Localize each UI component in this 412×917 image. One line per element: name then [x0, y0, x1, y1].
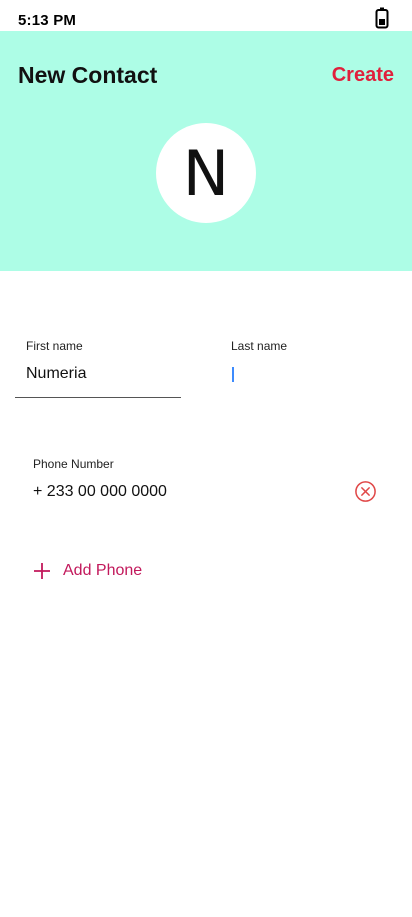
first-name-underline	[15, 397, 181, 398]
avatar[interactable]: N	[156, 123, 256, 223]
battery-icon	[375, 7, 389, 29]
phone-number-label: Phone Number	[33, 457, 114, 471]
phone-number-input[interactable]: + 233 00 000 0000	[33, 483, 167, 501]
add-phone-label: Add Phone	[63, 562, 143, 579]
page-title: New Contact	[18, 62, 158, 88]
avatar-initial: N	[182, 137, 230, 210]
add-phone-button[interactable]: Add Phone	[33, 558, 142, 584]
contact-header: New Contact Create N	[0, 31, 412, 271]
first-name-input[interactable]: Numeria	[26, 365, 86, 383]
plus-icon	[34, 563, 50, 579]
close-circle-icon[interactable]	[354, 480, 377, 503]
create-button[interactable]: Create	[332, 64, 394, 87]
first-name-label: First name	[26, 339, 83, 353]
status-bar: 5:13 PM	[0, 0, 412, 31]
last-name-input[interactable]	[232, 367, 234, 382]
last-name-label: Last name	[231, 339, 288, 353]
status-time: 5:13 PM	[18, 12, 77, 29]
